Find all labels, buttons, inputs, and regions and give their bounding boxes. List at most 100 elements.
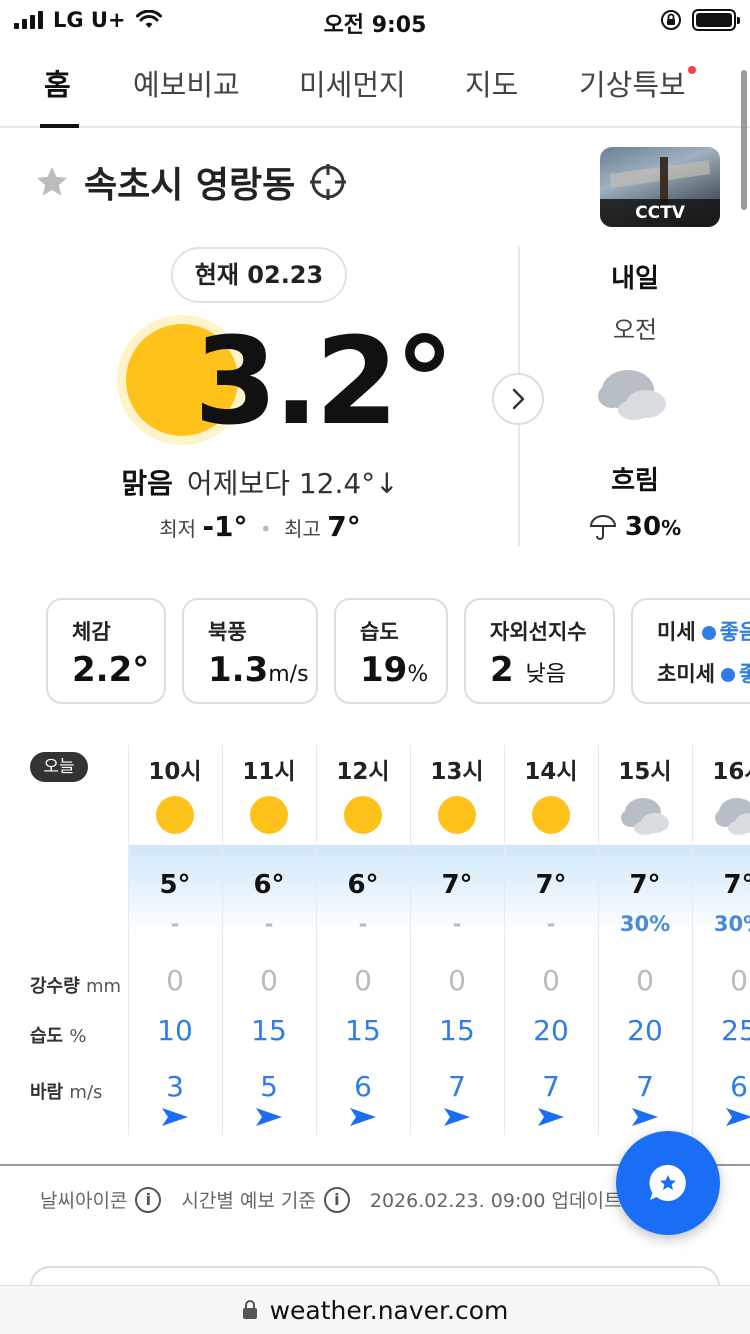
max-label: 최고: [284, 517, 321, 541]
hour-wind-speed: 7: [448, 1070, 466, 1103]
sun-icon: [438, 796, 476, 834]
hour-wind-speed: 6: [730, 1070, 748, 1103]
hour-time: 16시: [712, 759, 750, 785]
wind-direction-icon: [162, 1108, 188, 1126]
feels-like-card[interactable]: 체감 2.2°: [46, 598, 166, 704]
alert-badge: [688, 66, 696, 74]
humidity-unit: %: [407, 662, 429, 687]
hour-rain-amount: 0: [166, 964, 184, 997]
hour-humidity: 20: [627, 1014, 663, 1047]
hour-wind-speed: 3: [166, 1070, 184, 1103]
hour-time: 11시: [242, 759, 296, 785]
tab-weather-alert[interactable]: 기상특보: [579, 62, 686, 104]
hour-time: 12시: [336, 759, 390, 785]
hour-rain-amount: 0: [260, 964, 278, 997]
hour-precip-chance: -: [358, 912, 368, 936]
sun-icon: [156, 796, 194, 834]
hour-temperature: 7°: [535, 870, 567, 900]
scrollbar[interactable]: [741, 70, 747, 210]
uv-value: 2: [490, 650, 514, 690]
feels-like-label: 체감: [72, 620, 111, 644]
status-bar: LG U+ 오전 9:05: [0, 0, 750, 42]
chat-button[interactable]: [616, 1131, 720, 1235]
tomorrow-period: 오전: [612, 316, 658, 344]
sun-icon: [532, 796, 570, 834]
battery-icon: [692, 9, 740, 31]
hour-time: 13시: [430, 759, 484, 785]
hour-rain-amount: 0: [636, 964, 654, 997]
hour-wind-speed: 7: [636, 1070, 654, 1103]
tomorrow-rain-value: 30: [624, 512, 662, 542]
feels-like-value: 2.2°: [72, 650, 150, 690]
sun-icon: [250, 796, 288, 834]
pm25-label: 초미세: [657, 662, 715, 686]
hour-humidity: 20: [533, 1014, 569, 1047]
dust-card[interactable]: 미세좋음 초미세좋음: [631, 598, 750, 704]
hour-precip-chance: -: [264, 912, 274, 936]
wind-speed-value: 1.3: [208, 650, 269, 690]
hour-temperature: 7°: [629, 870, 661, 900]
hour-precip-chance: -: [452, 912, 462, 936]
max-value: 7°: [327, 510, 361, 543]
hour-rain-amount: 0: [448, 964, 466, 997]
hour-time: 15시: [618, 759, 672, 785]
humidity-card[interactable]: 습도 19%: [334, 598, 448, 704]
updated-time: 2026.02.23. 09:00 업데이트: [369, 1190, 622, 1212]
tab-home[interactable]: 홈: [44, 62, 71, 104]
wind-direction-icon: [538, 1108, 564, 1126]
hour-wind-speed: 5: [260, 1070, 278, 1103]
wind-card[interactable]: 북풍 1.3m/s: [182, 598, 318, 704]
wind-speed-unit: m/s: [268, 662, 309, 687]
uv-card[interactable]: 자외선지수 2 낮음: [464, 598, 615, 704]
min-value: -1°: [202, 510, 248, 543]
wind-row-label: 바람 m/s: [30, 1082, 103, 1103]
hour-rain-amount: 0: [730, 964, 748, 997]
weather-icon-label[interactable]: 날씨아이콘: [40, 1186, 127, 1213]
active-tab-indicator: [40, 124, 79, 128]
current-temperature: 3.2°: [194, 313, 455, 452]
hour-wind-speed: 6: [354, 1070, 372, 1103]
sun-icon: [344, 796, 382, 834]
hour-temperature: 7°: [441, 870, 473, 900]
cloud-icon: [715, 798, 750, 835]
cctv-thumbnail[interactable]: CCTV: [600, 147, 720, 227]
status-dot-icon: [701, 626, 716, 640]
hour-precip-chance: -: [546, 912, 556, 936]
forecast-basis-label[interactable]: 시간별 예보 기준: [181, 1186, 315, 1213]
tomorrow-title: 내일: [611, 264, 659, 294]
info-icon[interactable]: i: [135, 1186, 162, 1213]
url-bar[interactable]: weather.naver.com: [0, 1285, 750, 1334]
crosshair-icon[interactable]: [309, 163, 347, 201]
star-icon[interactable]: [34, 164, 70, 200]
wind-direction-icon: [256, 1108, 282, 1126]
hour-wind-speed: 7: [542, 1070, 560, 1103]
wind-direction-label: 북풍: [208, 620, 247, 644]
tab-forecast-compare[interactable]: 예보비교: [133, 62, 240, 104]
current-date-chip: 현재 02.23: [171, 247, 347, 303]
current-condition: 맑음: [121, 467, 173, 500]
hour-precip-chance: -: [170, 912, 180, 936]
uv-grade: 낮음: [525, 662, 566, 687]
location-name[interactable]: 속초시 영랑동: [84, 156, 295, 208]
tab-fine-dust[interactable]: 미세먼지: [299, 62, 406, 104]
location-header: 속초시 영랑동: [34, 156, 347, 208]
forecast-footer: 날씨아이콘 i 시간별 예보 기준 i 2026.02.23. 09:00 업데…: [40, 1186, 621, 1213]
next-day-button[interactable]: [492, 373, 544, 425]
info-icon[interactable]: i: [323, 1186, 350, 1213]
humidity-row-label: 습도 %: [30, 1026, 87, 1047]
hour-rain-amount: 0: [354, 964, 372, 997]
tab-map[interactable]: 지도: [465, 62, 518, 104]
tab-bar: 홈 예보비교 미세먼지 지도 기상특보: [0, 50, 750, 128]
hour-temperature: 5°: [159, 870, 191, 900]
hour-precip-chance: 30%: [619, 912, 671, 936]
hour-temperature: 7°: [723, 870, 750, 900]
min-label: 최저: [159, 517, 197, 541]
tomorrow-rain-chance: 30%: [520, 512, 750, 542]
hour-humidity: 15: [439, 1014, 475, 1047]
cloud-icon: [598, 370, 666, 420]
hour-time: 10시: [148, 759, 202, 785]
wind-direction-icon: [444, 1108, 470, 1126]
cloud-icon: [621, 798, 669, 835]
cctv-label: CCTV: [600, 199, 720, 227]
hour-temperature: 6°: [347, 870, 379, 900]
